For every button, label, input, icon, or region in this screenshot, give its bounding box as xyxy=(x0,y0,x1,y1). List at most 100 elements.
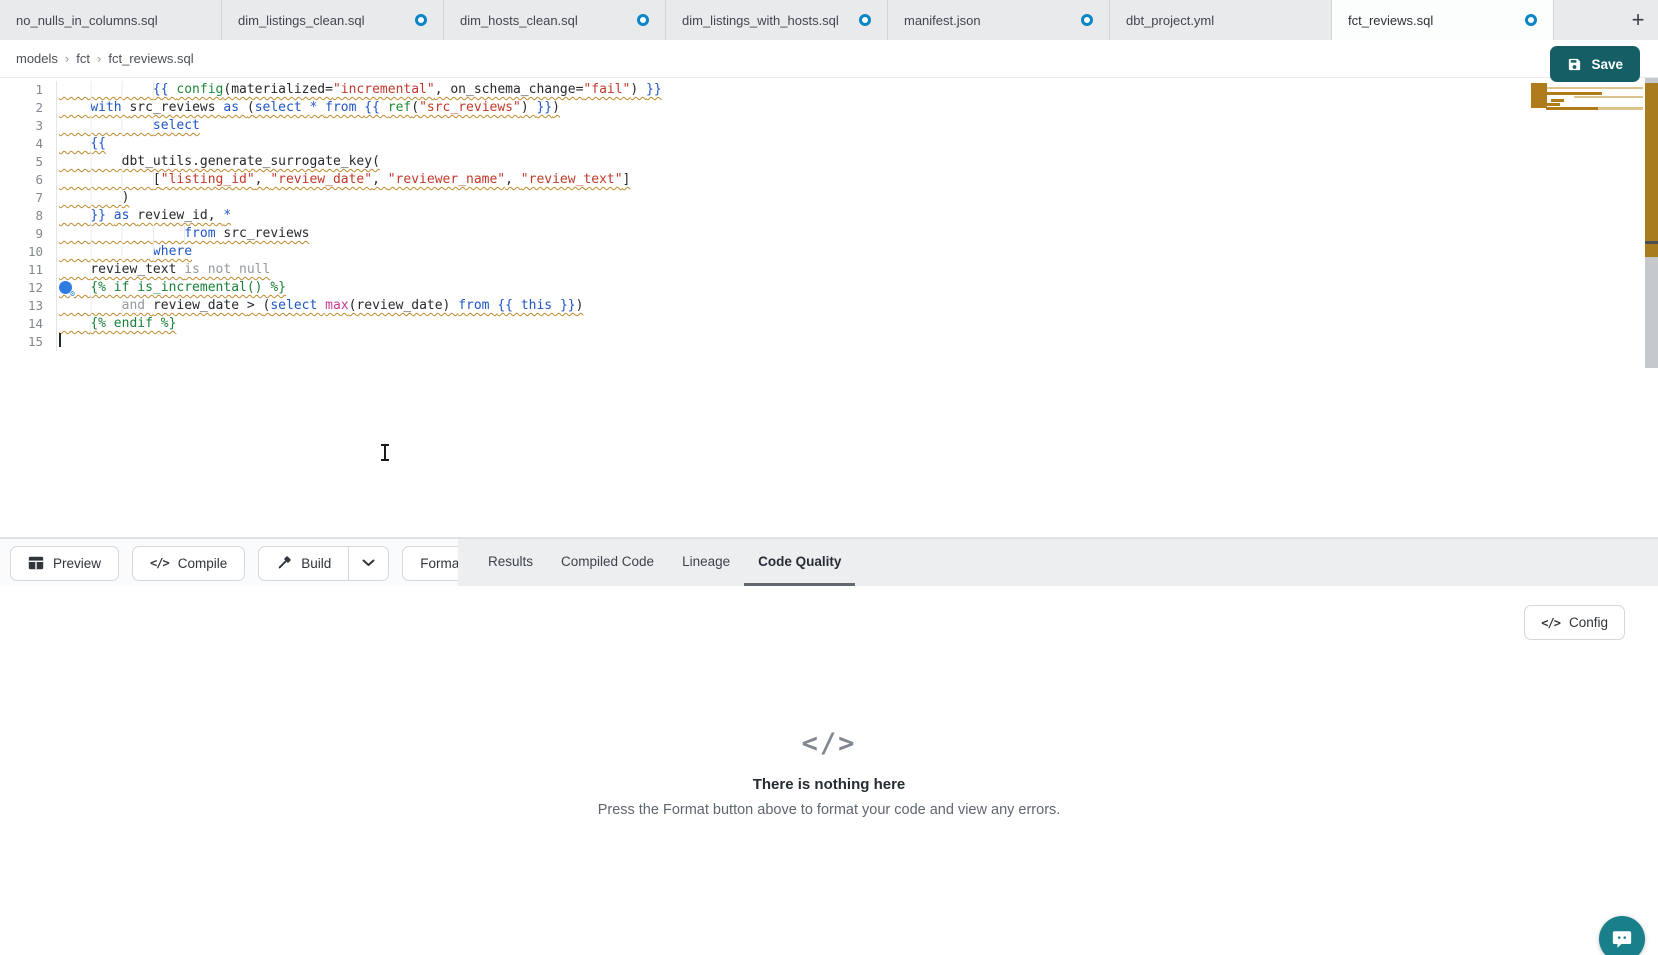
build-split-button: Build xyxy=(258,546,389,581)
code-line[interactable]: 15 xyxy=(0,333,1638,351)
dbt-ide-window: no_nulls_in_columns.sql dim_listings_cle… xyxy=(0,0,1658,955)
code-line-text: review_text is not null xyxy=(59,261,270,279)
file-tab-label: dim_listings_clean.sql xyxy=(238,13,364,28)
line-number: 10 xyxy=(0,243,57,261)
floppy-disk-icon xyxy=(1567,57,1582,72)
empty-state-title: There is nothing here xyxy=(753,776,906,793)
code-editor[interactable]: 1 {{ config(materialized="incremental", … xyxy=(0,78,1658,538)
toolbar-buttons: Preview </> Compile Bui xyxy=(10,539,481,587)
code-line-text: from src_reviews xyxy=(59,225,309,243)
editor-toolbar: Preview </> Compile Bui xyxy=(0,538,1658,586)
code-line[interactable]: 7 ) xyxy=(0,189,1638,207)
result-tab[interactable]: Compiled Code xyxy=(547,539,668,586)
file-tab-label: dim_hosts_clean.sql xyxy=(460,13,578,28)
line-number: 5 xyxy=(0,153,57,171)
code-line-text: }} as review_id, * xyxy=(59,207,231,225)
lint-hint-icon[interactable] xyxy=(59,281,72,294)
line-number: 4 xyxy=(0,135,57,153)
line-number: 9 xyxy=(0,225,57,243)
result-tab[interactable]: Lineage xyxy=(668,539,744,586)
editor-minimap xyxy=(1531,83,1643,111)
line-number: 15 xyxy=(0,333,57,351)
file-tab[interactable]: dbt_project.yml xyxy=(1110,0,1332,40)
code-line-text xyxy=(59,333,61,351)
line-number: 8 xyxy=(0,207,57,225)
code-line-text: where xyxy=(59,243,192,261)
code-line[interactable]: 8 }} as review_id, * xyxy=(0,207,1638,225)
file-tab-label: dbt_project.yml xyxy=(1126,13,1214,28)
result-tab[interactable]: Results xyxy=(474,539,547,586)
breadcrumb-item[interactable]: fct_reviews.sql xyxy=(108,51,193,66)
code-line[interactable]: 13 and review_date > (select max(review_… xyxy=(0,297,1638,315)
code-quality-panel: </> Config </> There is nothing here Pre… xyxy=(0,586,1658,955)
scrollbar-position-marker xyxy=(1645,241,1658,244)
config-button[interactable]: </> Config xyxy=(1524,605,1625,640)
editor-scrollbar[interactable] xyxy=(1645,78,1658,368)
file-tabs: no_nulls_in_columns.sql dim_listings_cle… xyxy=(0,0,1554,40)
code-line-text: dbt_utils.generate_surrogate_key( xyxy=(59,153,380,171)
file-tab[interactable]: dim_hosts_clean.sql xyxy=(444,0,666,40)
line-number: 14 xyxy=(0,315,57,333)
code-line[interactable]: 9 from src_reviews xyxy=(0,225,1638,243)
unsaved-dot-icon xyxy=(637,14,649,26)
build-button[interactable]: Build xyxy=(259,547,348,580)
empty-state: </> There is nothing here Press the Form… xyxy=(0,728,1658,818)
file-tab[interactable]: manifest.json xyxy=(888,0,1110,40)
line-number: 1 xyxy=(0,81,57,99)
file-tab[interactable]: dim_listings_with_hosts.sql xyxy=(666,0,888,40)
code-line-text: ) xyxy=(59,189,129,207)
unsaved-dot-icon xyxy=(1525,14,1537,26)
code-line[interactable]: 11 review_text is not null xyxy=(0,261,1638,279)
line-number: 12 xyxy=(0,279,57,297)
file-tab-bar: no_nulls_in_columns.sql dim_listings_cle… xyxy=(0,0,1658,40)
preview-button[interactable]: Preview xyxy=(10,546,119,581)
build-button-label: Build xyxy=(301,556,331,571)
code-line-text: ["listing_id", "review_date", "reviewer_… xyxy=(59,171,630,189)
chat-bubble-icon xyxy=(1611,928,1633,950)
code-line-text: {{ config(materialized="incremental", on… xyxy=(59,81,662,99)
text-caret xyxy=(59,333,61,347)
save-button-label: Save xyxy=(1591,57,1623,72)
code-line-text: {% endif %} xyxy=(59,315,176,333)
breadcrumb-separator: › xyxy=(97,51,101,66)
code-line[interactable]: 12 {% if is_incremental() %} xyxy=(0,279,1638,297)
code-line[interactable]: 2 with src_reviews as (select * from {{ … xyxy=(0,99,1638,117)
code-line[interactable]: 10 where xyxy=(0,243,1638,261)
compile-button-label: Compile xyxy=(178,556,228,571)
code-line[interactable]: 3 select xyxy=(0,117,1638,135)
code-line-text: with src_reviews as (select * from {{ re… xyxy=(59,99,560,117)
help-chat-button[interactable] xyxy=(1599,916,1645,955)
new-tab-button[interactable]: + xyxy=(1618,0,1658,40)
config-button-label: Config xyxy=(1569,615,1608,630)
unsaved-dot-icon xyxy=(415,14,427,26)
code-line[interactable]: 14 {% endif %} xyxy=(0,315,1638,333)
compile-button[interactable]: </> Compile xyxy=(132,546,245,581)
file-tab[interactable]: no_nulls_in_columns.sql xyxy=(0,0,222,40)
code-icon: </> xyxy=(802,728,857,759)
result-tab[interactable]: Code Quality xyxy=(744,539,855,586)
code-line[interactable]: 6 ["listing_id", "review_date", "reviewe… xyxy=(0,171,1638,189)
file-tab[interactable]: fct_reviews.sql xyxy=(1332,0,1554,40)
code-line-text: {% if is_incremental() %} xyxy=(59,279,286,297)
code-line-text: {{ xyxy=(59,135,106,153)
breadcrumb-item[interactable]: fct xyxy=(76,51,90,66)
unsaved-dot-icon xyxy=(859,14,871,26)
line-number: 2 xyxy=(0,99,57,117)
build-menu-button[interactable] xyxy=(348,547,388,580)
preview-button-label: Preview xyxy=(53,556,101,571)
code-line[interactable]: 4 {{ xyxy=(0,135,1638,153)
line-number: 11 xyxy=(0,261,57,279)
code-line[interactable]: 1 {{ config(materialized="incremental", … xyxy=(0,81,1638,99)
hammer-icon xyxy=(276,555,292,571)
result-tabs: ResultsCompiled CodeLineageCode Quality xyxy=(458,539,1658,586)
code-line[interactable]: 5 dbt_utils.generate_surrogate_key( xyxy=(0,153,1638,171)
code-line-text: and review_date > (select max(review_dat… xyxy=(59,297,583,315)
format-button-label: Format xyxy=(420,556,463,571)
save-button[interactable]: Save xyxy=(1550,46,1640,82)
file-tab-label: manifest.json xyxy=(904,13,981,28)
table-icon xyxy=(28,556,44,570)
line-number: 3 xyxy=(0,117,57,135)
file-tab[interactable]: dim_listings_clean.sql xyxy=(222,0,444,40)
code-icon: </> xyxy=(150,556,169,570)
breadcrumb-item[interactable]: models xyxy=(16,51,58,66)
